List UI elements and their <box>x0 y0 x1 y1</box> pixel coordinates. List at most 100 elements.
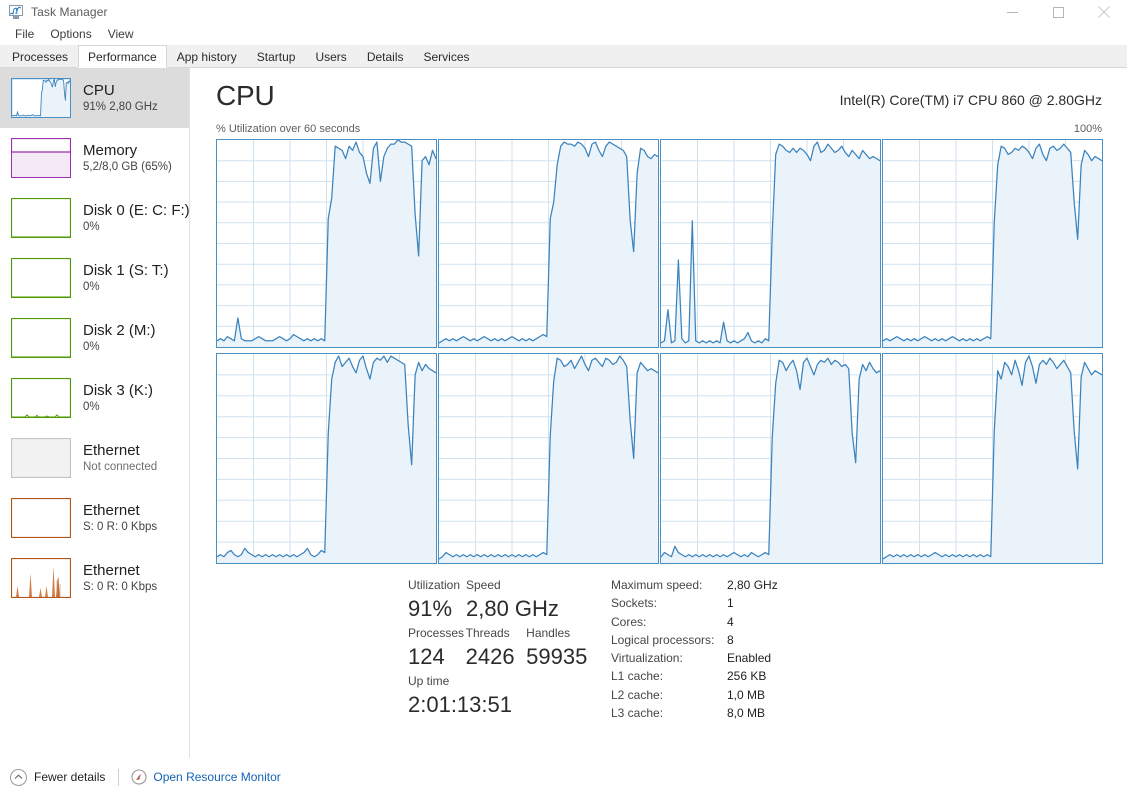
stat-row-processes-threads-handles: Processes 124 Threads 2426 Handles 59935 <box>408 624 603 672</box>
stat-processes: Processes 124 <box>408 624 466 672</box>
sidebar-item-sub: 0% <box>83 220 100 233</box>
stat-row-utilization-speed: Utilization 91% Speed 2,80 GHz <box>408 576 603 624</box>
window-controls <box>989 0 1127 24</box>
sidebar-item-ethernet-disconnected[interactable]: Ethernet Not connected <box>0 428 189 488</box>
resource-monitor-label: Open Resource Monitor <box>153 770 281 784</box>
sidebar-item-disk-2[interactable]: Disk 2 (M:) 0% <box>0 308 189 368</box>
stat-threads: Threads 2426 <box>466 624 527 672</box>
sidebar-item-disk-3[interactable]: Disk 3 (K:) 0% <box>0 368 189 428</box>
menu-item-view[interactable]: View <box>100 25 142 43</box>
tab-processes[interactable]: Processes <box>2 45 79 67</box>
menu-item-file[interactable]: File <box>7 25 42 43</box>
tab-details[interactable]: Details <box>356 45 414 67</box>
stat-uptime: Up time 2:01:13:51 <box>408 672 598 720</box>
sidebar-item-ethernet-2[interactable]: Ethernet S: 0 R: 0 Kbps <box>0 548 189 608</box>
detail-row-l3-cache: L3 cache: 8,0 MB <box>611 704 931 722</box>
ethernet-thumbnail-icon <box>11 438 71 478</box>
ethernet-thumbnail-icon <box>11 558 71 598</box>
detail-value: 8 <box>727 632 734 647</box>
minimize-button[interactable] <box>989 0 1035 24</box>
cpu-statistics: Utilization 91% Speed 2,80 GHz Processes… <box>408 576 1108 736</box>
task-manager-window: Task Manager File Options View Processes… <box>0 0 1127 796</box>
sidebar-item-sub: 91% 2,80 GHz <box>83 100 158 113</box>
detail-row-maximum-speed: Maximum speed: 2,80 GHz <box>611 576 931 594</box>
cpu-graph-1[interactable] <box>438 139 659 348</box>
cpu-graph-0[interactable] <box>216 139 437 348</box>
cpu-graph-4[interactable] <box>216 353 437 564</box>
sidebar-item-sub: 0% <box>83 400 100 413</box>
stat-label: Handles <box>526 626 571 640</box>
graph-axis-labels: % Utilization over 60 seconds 100% <box>216 123 1102 139</box>
window-title: Task Manager <box>31 5 108 19</box>
detail-key: Virtualization: <box>611 651 683 666</box>
stat-value: 91% <box>408 596 453 621</box>
tab-users[interactable]: Users <box>305 45 357 67</box>
detail-key: L2 cache: <box>611 687 664 702</box>
detail-key: Cores: <box>611 614 647 629</box>
sidebar-item-disk-0[interactable]: Disk 0 (E: C: F:) 0% <box>0 188 189 248</box>
cpu-graph-3[interactable] <box>882 139 1103 348</box>
cpu-graph-5[interactable] <box>438 353 659 564</box>
stat-label: Up time <box>408 674 450 688</box>
detail-value: 1 <box>727 596 734 611</box>
menu-bar: File Options View <box>0 24 1127 44</box>
detail-key: Sockets: <box>611 596 658 611</box>
cpu-detail-panel: CPU Intel(R) Core(TM) i7 CPU 860 @ 2.80G… <box>191 68 1127 758</box>
stat-label: Threads <box>465 626 510 640</box>
detail-row-cores: Cores: 4 <box>611 613 931 631</box>
detail-value: 1,0 MB <box>727 687 766 702</box>
close-button[interactable] <box>1081 0 1127 24</box>
sidebar-item-label: Ethernet <box>83 441 140 459</box>
maximize-button[interactable] <box>1035 0 1081 24</box>
tab-services[interactable]: Services <box>413 45 480 67</box>
graph-y-axis-max: 100% <box>1073 123 1102 135</box>
cpu-detail-list: Maximum speed: 2,80 GHz Sockets: 1 Cores… <box>611 576 931 722</box>
ethernet-thumbnail-icon <box>11 498 71 538</box>
fewer-details-button[interactable]: Fewer details <box>10 768 105 786</box>
sidebar-item-memory[interactable]: Memory 5,2/8,0 GB (65%) <box>0 128 189 188</box>
detail-value: 2,80 GHz <box>727 578 778 592</box>
detail-row-sockets: Sockets: 1 <box>611 594 931 612</box>
memory-thumbnail-icon <box>11 138 71 178</box>
stat-label: Processes <box>408 626 465 640</box>
tab-app-history[interactable]: App history <box>166 45 247 67</box>
resource-sidebar[interactable]: CPU 91% 2,80 GHz Memory 5,2/8,0 GB (65%) <box>0 68 190 758</box>
cpu-graph-2[interactable] <box>660 139 881 348</box>
sidebar-item-disk-1[interactable]: Disk 1 (S: T:) 0% <box>0 248 189 308</box>
cpu-graph-6[interactable] <box>660 353 881 564</box>
task-manager-icon <box>8 4 24 20</box>
sidebar-item-sub: 0% <box>83 280 100 293</box>
detail-key: L1 cache: <box>611 669 664 684</box>
sidebar-item-sub: S: 0 R: 0 Kbps <box>83 520 158 533</box>
open-resource-monitor-link[interactable]: Open Resource Monitor <box>131 769 281 785</box>
stat-row-uptime: Up time 2:01:13:51 <box>408 672 603 720</box>
status-bar: Fewer details Open Resource Monitor <box>0 758 1127 796</box>
menu-item-options[interactable]: Options <box>42 25 99 43</box>
detail-row-l1-cache: L1 cache: 256 KB <box>611 667 931 685</box>
task-manager-icon-graph <box>10 6 22 15</box>
sidebar-item-ethernet-1[interactable]: Ethernet S: 0 R: 0 Kbps <box>0 488 189 548</box>
chevron-up-icon <box>10 768 27 786</box>
sidebar-item-sub: 5,2/8,0 GB (65%) <box>83 160 172 173</box>
sidebar-item-sub: 0% <box>83 340 100 353</box>
sidebar-item-label: Disk 3 (K:) <box>83 381 154 399</box>
logical-processor-graphs <box>216 139 1106 566</box>
tab-bar: Processes Performance App history Startu… <box>0 45 1127 68</box>
tab-performance[interactable]: Performance <box>78 45 167 68</box>
stat-speed: Speed 2,80 GHz <box>466 576 596 624</box>
stat-utilization: Utilization 91% <box>408 576 466 624</box>
cpu-graph-7[interactable] <box>882 353 1103 564</box>
footer-divider <box>118 768 120 786</box>
sidebar-item-label: CPU <box>83 81 115 99</box>
sidebar-item-cpu[interactable]: CPU 91% 2,80 GHz <box>0 68 189 128</box>
sidebar-item-label: Disk 1 (S: T:) <box>83 261 169 279</box>
detail-row-virtualization: Virtualization: Enabled <box>611 649 931 667</box>
detail-value: 8,0 MB <box>727 706 766 721</box>
sidebar-item-label: Ethernet <box>83 561 140 579</box>
sidebar-item-label: Disk 2 (M:) <box>83 321 156 339</box>
detail-value: Enabled <box>727 651 772 666</box>
tab-startup[interactable]: Startup <box>246 45 306 67</box>
disk-thumbnail-icon <box>11 378 71 418</box>
detail-row-l2-cache: L2 cache: 1,0 MB <box>611 686 931 704</box>
stat-label: Speed <box>466 578 501 592</box>
